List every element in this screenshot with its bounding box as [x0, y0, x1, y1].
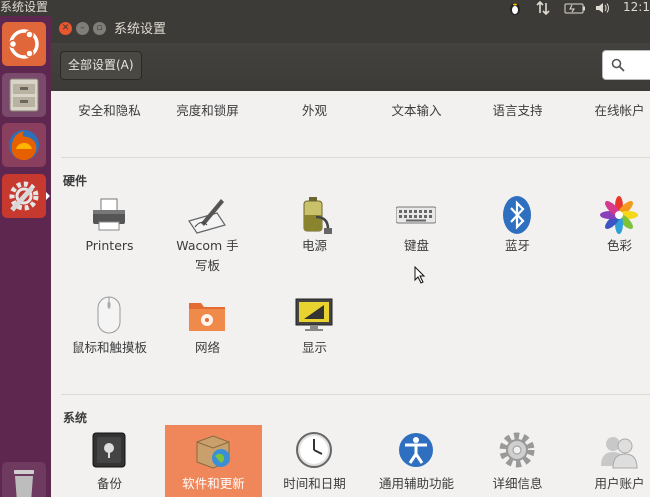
settings-content: 安全和隐私 亮度和锁屏 外观 文本输入 语言支持 在线帐户 硬件 Printer…: [51, 91, 650, 497]
accessibility-icon: [399, 433, 433, 467]
file-cabinet-icon: [9, 78, 39, 112]
item-label: 亮度和锁屏: [176, 103, 239, 118]
item-label: 电源: [301, 238, 327, 253]
item-label: 网络: [194, 340, 220, 355]
item-color[interactable]: 色彩: [571, 192, 650, 282]
item-printers[interactable]: Printers: [61, 192, 158, 282]
settings-window: ✕ – ▫ 系统设置 全部设置(A) 安全和隐私 亮度和锁屏 外观 文本输入 语…: [51, 16, 650, 497]
launcher-settings-button[interactable]: [2, 174, 46, 218]
section-separator: [61, 157, 650, 158]
toolbar: 全部设置(A): [51, 43, 650, 91]
launcher-firefox-button[interactable]: [2, 123, 46, 167]
item-label: 详细信息: [492, 476, 543, 491]
item-label: 安全和隐私: [78, 103, 141, 118]
clock[interactable]: 12:15: [623, 0, 650, 15]
section-separator: [61, 394, 650, 395]
item-bluetooth[interactable]: 蓝牙: [469, 192, 566, 282]
user-accounts-icon: [601, 437, 638, 469]
item-label: 用户账户: [594, 476, 645, 491]
system-settings-icon: [9, 181, 39, 212]
trash-icon: [14, 470, 34, 497]
item-wacom-tablet[interactable]: Wacom 手写板: [159, 192, 256, 282]
item-label: Printers: [85, 238, 134, 253]
item-label: 蓝牙: [504, 238, 530, 253]
ubuntu-logo-icon: [8, 29, 39, 59]
all-settings-button[interactable]: 全部设置(A): [60, 51, 142, 80]
item-displays[interactable]: 显示: [266, 292, 363, 362]
software-updates-icon: [196, 435, 230, 469]
section-title-hardware: 硬件: [63, 174, 88, 188]
clock-icon: [296, 432, 332, 468]
network-folder-icon: [189, 303, 225, 331]
item-label: 色彩: [606, 238, 632, 253]
volume-icon[interactable]: [595, 1, 611, 15]
bluetooth-icon: [503, 196, 531, 234]
item-label: 时间和日期: [283, 476, 346, 491]
item-appearance[interactable]: 外观: [266, 91, 363, 141]
tux-indicator-icon[interactable]: [506, 1, 524, 15]
battery-power-icon: [303, 197, 332, 234]
battery-icon[interactable]: [564, 1, 586, 15]
wacom-tablet-icon: [188, 199, 226, 234]
item-software-updates[interactable]: 软件和更新: [165, 425, 262, 497]
keyboard-icon: [396, 206, 436, 224]
launcher-files-button[interactable]: [2, 73, 46, 117]
minimize-button[interactable]: –: [76, 22, 89, 35]
mouse-pointer-icon: [414, 266, 426, 284]
item-label: 鼠标和触摸板: [71, 340, 147, 355]
maximize-button[interactable]: ▫: [93, 22, 106, 35]
backup-safe-icon: [92, 432, 126, 468]
item-label: 在线帐户: [594, 103, 645, 118]
window-title: 系统设置: [114, 22, 167, 37]
item-label: 通用辅助功能: [378, 476, 454, 491]
item-details[interactable]: 详细信息: [469, 424, 566, 497]
item-label: 备份: [96, 476, 122, 491]
search-icon: [611, 58, 625, 72]
item-label: 软件和更新: [182, 476, 245, 491]
active-app-arrow: [46, 192, 50, 200]
top-panel: 系统设置 12:15: [0, 0, 650, 16]
item-brightness-lock[interactable]: 亮度和锁屏: [159, 91, 256, 141]
display-monitor-icon: [295, 298, 333, 331]
item-label: 键盘: [403, 238, 429, 253]
item-label: 语言支持: [492, 103, 543, 118]
minimize-icon: –: [80, 23, 85, 33]
item-text-entry[interactable]: 文本输入: [368, 91, 465, 141]
close-icon: ✕: [61, 23, 70, 33]
titlebar: ✕ – ▫ 系统设置: [51, 16, 650, 43]
item-universal-access[interactable]: 通用辅助功能: [368, 424, 465, 497]
search-input[interactable]: [602, 50, 650, 80]
item-label: Wacom 手写板: [176, 238, 239, 273]
launcher-trash-button[interactable]: [2, 462, 46, 497]
item-label: 显示: [301, 340, 327, 355]
item-user-accounts[interactable]: 用户账户: [571, 424, 650, 497]
item-online-accounts[interactable]: 在线帐户: [571, 91, 650, 141]
item-mouse-touchpad[interactable]: 鼠标和触摸板: [61, 292, 158, 362]
launcher-ubuntu-button[interactable]: [2, 22, 46, 66]
item-backup[interactable]: 备份: [61, 424, 158, 497]
item-label: 外观: [301, 103, 327, 118]
item-security-privacy[interactable]: 安全和隐私: [61, 91, 158, 141]
item-time-date[interactable]: 时间和日期: [266, 424, 363, 497]
details-gear-icon: [499, 432, 535, 468]
item-power[interactable]: 电源: [266, 192, 363, 282]
printer-icon: [93, 198, 125, 231]
launcher: [0, 16, 51, 497]
panel-app-title: 系统设置: [0, 0, 49, 14]
firefox-icon: [9, 130, 39, 161]
color-flower-icon: [600, 196, 638, 234]
maximize-icon: ▫: [96, 23, 103, 33]
close-button[interactable]: ✕: [59, 22, 72, 35]
item-label: 文本输入: [391, 103, 442, 118]
item-language-support[interactable]: 语言支持: [469, 91, 566, 141]
mouse-icon: [97, 296, 121, 334]
item-network[interactable]: 网络: [159, 292, 256, 362]
network-arrows-icon[interactable]: [536, 1, 550, 15]
